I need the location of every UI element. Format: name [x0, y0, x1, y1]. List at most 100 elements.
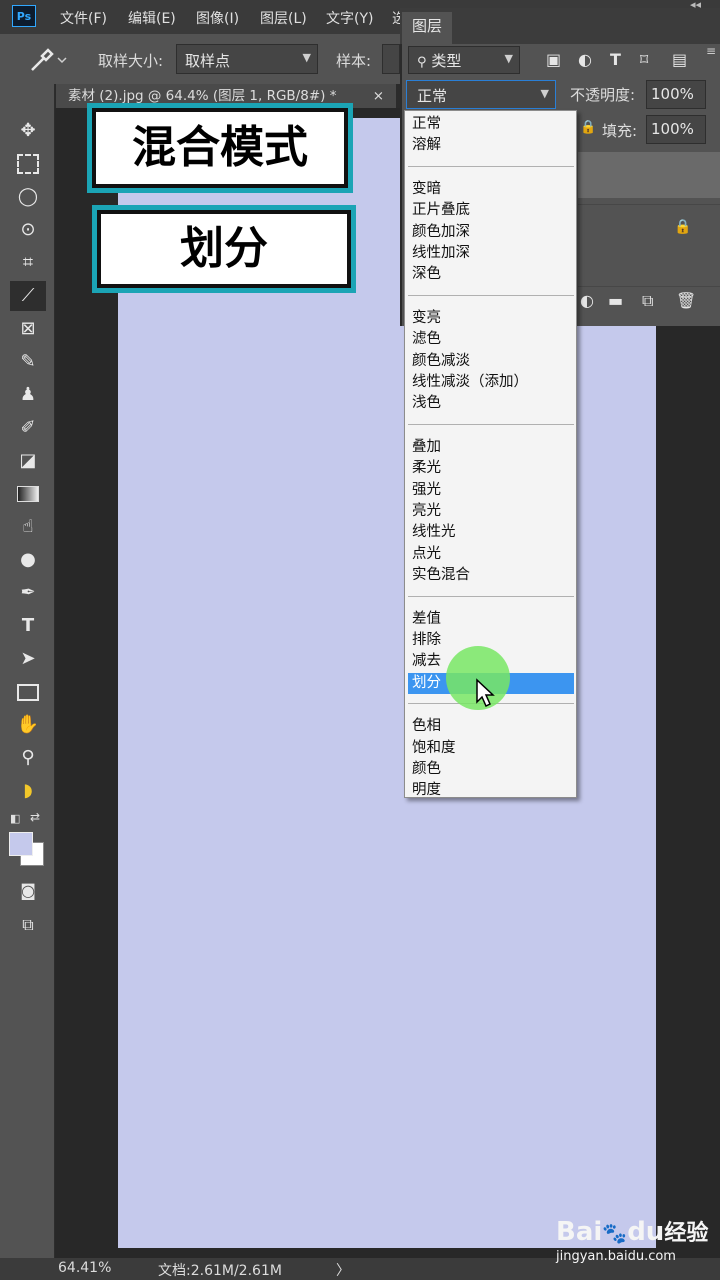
menu-edit[interactable]: 编辑(E) — [128, 8, 176, 28]
eyedropper-icon — [31, 48, 67, 71]
menu-separator — [408, 294, 574, 296]
screen-mode-button[interactable]: ⧉ — [10, 910, 46, 940]
type-tool[interactable]: T — [10, 611, 46, 641]
status-arrow-icon[interactable]: 〉 — [336, 1260, 350, 1280]
menu-file[interactable]: 文件(F) — [60, 8, 107, 28]
filter-type-icon[interactable]: T — [610, 50, 621, 69]
blend-option[interactable]: 线性光 — [408, 522, 574, 543]
blend-option[interactable]: 柔光 — [408, 458, 574, 479]
sample-size-value: 取样点 — [185, 52, 231, 70]
menu-layer[interactable]: 图层(L) — [260, 8, 307, 28]
blend-option[interactable]: 线性加深 — [408, 243, 574, 264]
group-folder-icon[interactable]: ▬ — [608, 291, 623, 310]
banana-tool[interactable]: ◗ — [10, 776, 46, 806]
hand-tool[interactable]: ✋ — [10, 710, 46, 740]
blend-option[interactable]: 实色混合 — [408, 565, 574, 586]
pen-icon: ✒ — [20, 582, 36, 603]
blend-option[interactable]: 亮光 — [408, 501, 574, 522]
smudge-tool[interactable]: ☝ — [10, 512, 46, 542]
document-tab[interactable]: 素材 (2).jpg @ 64.4% (图层 1, RGB/8#) * × — [56, 84, 396, 108]
layer-filter-select[interactable]: ⚲ 类型 ▼ — [408, 46, 520, 74]
blend-option[interactable]: 正常 — [408, 114, 574, 135]
blend-option[interactable]: 强光 — [408, 480, 574, 501]
eyedropper-tool[interactable]: ⟋ — [10, 281, 46, 311]
blend-option[interactable]: 饱和度 — [408, 738, 574, 759]
zoom-tool[interactable]: ⚲ — [10, 743, 46, 773]
title-card-divide: 划分 — [92, 205, 356, 293]
blend-option[interactable]: 深色 — [408, 264, 574, 285]
blend-option[interactable]: 浅色 — [408, 393, 574, 414]
gradient-tool[interactable] — [10, 479, 46, 509]
menu-type[interactable]: 文字(Y) — [326, 8, 373, 28]
layer-row-selected[interactable] — [578, 152, 720, 198]
adjustment-layer-icon[interactable]: ◐ — [580, 291, 594, 310]
collapse-panel-icon[interactable]: ◂◂ — [690, 0, 701, 11]
eraser-tool[interactable]: ◪ — [10, 446, 46, 476]
path-select-tool[interactable]: ➤ — [10, 644, 46, 674]
fill-input[interactable]: 100% — [646, 115, 706, 144]
swap-colors-icon[interactable]: ⇄ — [30, 810, 40, 824]
blend-option[interactable]: 滤色 — [408, 329, 574, 350]
sample-size-select[interactable]: 取样点 ▼ — [176, 44, 318, 74]
marquee-tool[interactable] — [10, 149, 46, 179]
layer-row-background[interactable]: 🔒 — [578, 204, 720, 253]
eyedropper-preset-picker[interactable] — [28, 46, 68, 74]
frame-icon: ⊠ — [20, 318, 36, 339]
blend-option[interactable]: 变暗 — [408, 179, 574, 200]
brush-icon: ✎ — [20, 351, 36, 372]
blend-mode-select[interactable]: 正常 ▼ — [406, 80, 556, 109]
move-tool[interactable]: ✥ — [10, 116, 46, 146]
path-select-icon: ➤ — [20, 648, 36, 669]
filter-adjustment-icon[interactable]: ◐ — [578, 50, 592, 69]
stamp-tool[interactable]: ♟ — [10, 380, 46, 410]
blend-option[interactable]: 差值 — [408, 609, 574, 630]
blend-option[interactable]: 线性减淡（添加） — [408, 372, 574, 393]
blend-option[interactable]: 颜色加深 — [408, 222, 574, 243]
close-icon[interactable]: × — [373, 84, 384, 108]
layers-tab[interactable]: 图层 — [402, 12, 452, 44]
quick-select-tool[interactable]: ⊙ — [10, 215, 46, 245]
blend-option[interactable]: 叠加 — [408, 437, 574, 458]
lock-icon[interactable]: 🔒 — [580, 120, 596, 135]
frame-tool[interactable]: ⊠ — [10, 314, 46, 344]
blend-option[interactable]: 变亮 — [408, 308, 574, 329]
rectangle-tool[interactable] — [10, 677, 46, 707]
marquee-icon — [17, 154, 39, 174]
hand-icon: ✋ — [16, 714, 40, 735]
trash-icon[interactable]: 🗑 — [676, 291, 696, 310]
blend-option[interactable]: 明度 — [408, 780, 574, 801]
filter-pixel-icon[interactable]: ▣ — [546, 50, 561, 69]
filter-smart-object-icon[interactable]: ▤ — [672, 50, 687, 69]
quick-mask-button[interactable]: ◙ — [10, 876, 46, 906]
menu-image[interactable]: 图像(I) — [196, 8, 239, 28]
blend-option[interactable]: 颜色减淡 — [408, 351, 574, 372]
layers-footer: ◐ ▬ ⧉ 🗑 — [578, 286, 720, 317]
crop-tool[interactable]: ⌗ — [10, 248, 46, 278]
stamp-icon: ♟ — [19, 384, 37, 405]
blend-option[interactable]: 溶解 — [408, 135, 574, 156]
opacity-input[interactable]: 100% — [646, 80, 706, 109]
pen-tool[interactable]: ✒ — [10, 578, 46, 608]
zoom-level[interactable]: 64.41% — [58, 1260, 111, 1276]
history-brush-tool[interactable]: ✐ — [10, 413, 46, 443]
blend-option[interactable]: 正片叠底 — [408, 200, 574, 221]
gradient-icon — [17, 486, 39, 502]
dodge-tool[interactable]: ● — [10, 545, 46, 575]
new-layer-icon[interactable]: ⧉ — [642, 291, 653, 311]
blend-option[interactable]: 色相 — [408, 716, 574, 737]
watermark-brand: Bai — [556, 1217, 603, 1247]
brush-tool[interactable]: ✎ — [10, 347, 46, 377]
blend-option[interactable]: 点光 — [408, 544, 574, 565]
panel-menu-icon[interactable]: ≡ — [706, 44, 716, 58]
lasso-tool[interactable]: ◯ — [10, 182, 46, 212]
foreground-color-swatch[interactable] — [9, 832, 33, 856]
filter-shape-icon[interactable]: ⌑ — [640, 50, 648, 69]
crop-icon: ⌗ — [22, 252, 34, 273]
document-info: 文档:2.61M/2.61M — [158, 1263, 282, 1279]
sample-select[interactable] — [382, 44, 400, 74]
history-brush-icon: ✐ — [20, 417, 36, 438]
banana-icon: ◗ — [23, 780, 33, 801]
default-colors-icon[interactable]: ◧ — [10, 812, 20, 825]
blend-option[interactable]: 颜色 — [408, 759, 574, 780]
mouse-cursor-icon — [474, 678, 498, 708]
